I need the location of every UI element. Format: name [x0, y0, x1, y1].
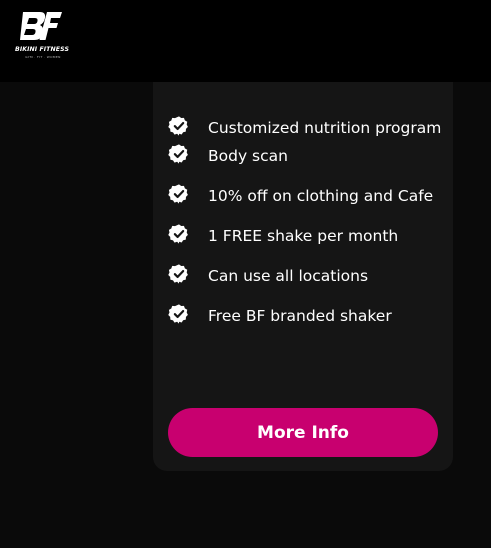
badge-check-icon — [168, 184, 188, 204]
feature-text: Customized nutrition program — [208, 119, 442, 137]
bikini-fitness-logo[interactable]: BIKINI FITNESS GYM · FIT · WOMEN — [6, 10, 76, 62]
feature-item-body-scan: Body scan — [168, 142, 458, 170]
feature-text: Free BF branded shaker — [208, 307, 392, 325]
badge-check-icon — [168, 116, 188, 136]
bf-logo-mark — [20, 12, 62, 40]
feature-text: Can use all locations — [208, 267, 369, 285]
feature-list: Customized nutrition program Body scan 1… — [168, 114, 458, 330]
badge-check-icon — [168, 144, 188, 164]
badge-check-icon — [168, 224, 188, 244]
badge-check-icon — [168, 304, 188, 324]
more-info-button[interactable]: More Info — [168, 408, 438, 457]
logo-tagline: GYM · FIT · WOMEN — [25, 55, 61, 59]
feature-item-shaker: Free BF branded shaker — [168, 302, 458, 330]
feature-item-shake: 1 FREE shake per month — [168, 222, 458, 250]
badge-check-icon — [168, 264, 188, 284]
site-header: BIKINI FITNESS GYM · FIT · WOMEN — [0, 0, 491, 82]
feature-text: 1 FREE shake per month — [208, 227, 399, 245]
feature-text: Body scan — [208, 147, 288, 165]
feature-item-discount: 10% off on clothing and Cafe — [168, 182, 458, 210]
feature-item-locations: Can use all locations — [168, 262, 458, 290]
feature-item-nutrition: Customized nutrition program — [168, 114, 458, 142]
logo-brand-name: BIKINI FITNESS — [15, 46, 69, 53]
feature-text: 10% off on clothing and Cafe — [208, 187, 434, 205]
